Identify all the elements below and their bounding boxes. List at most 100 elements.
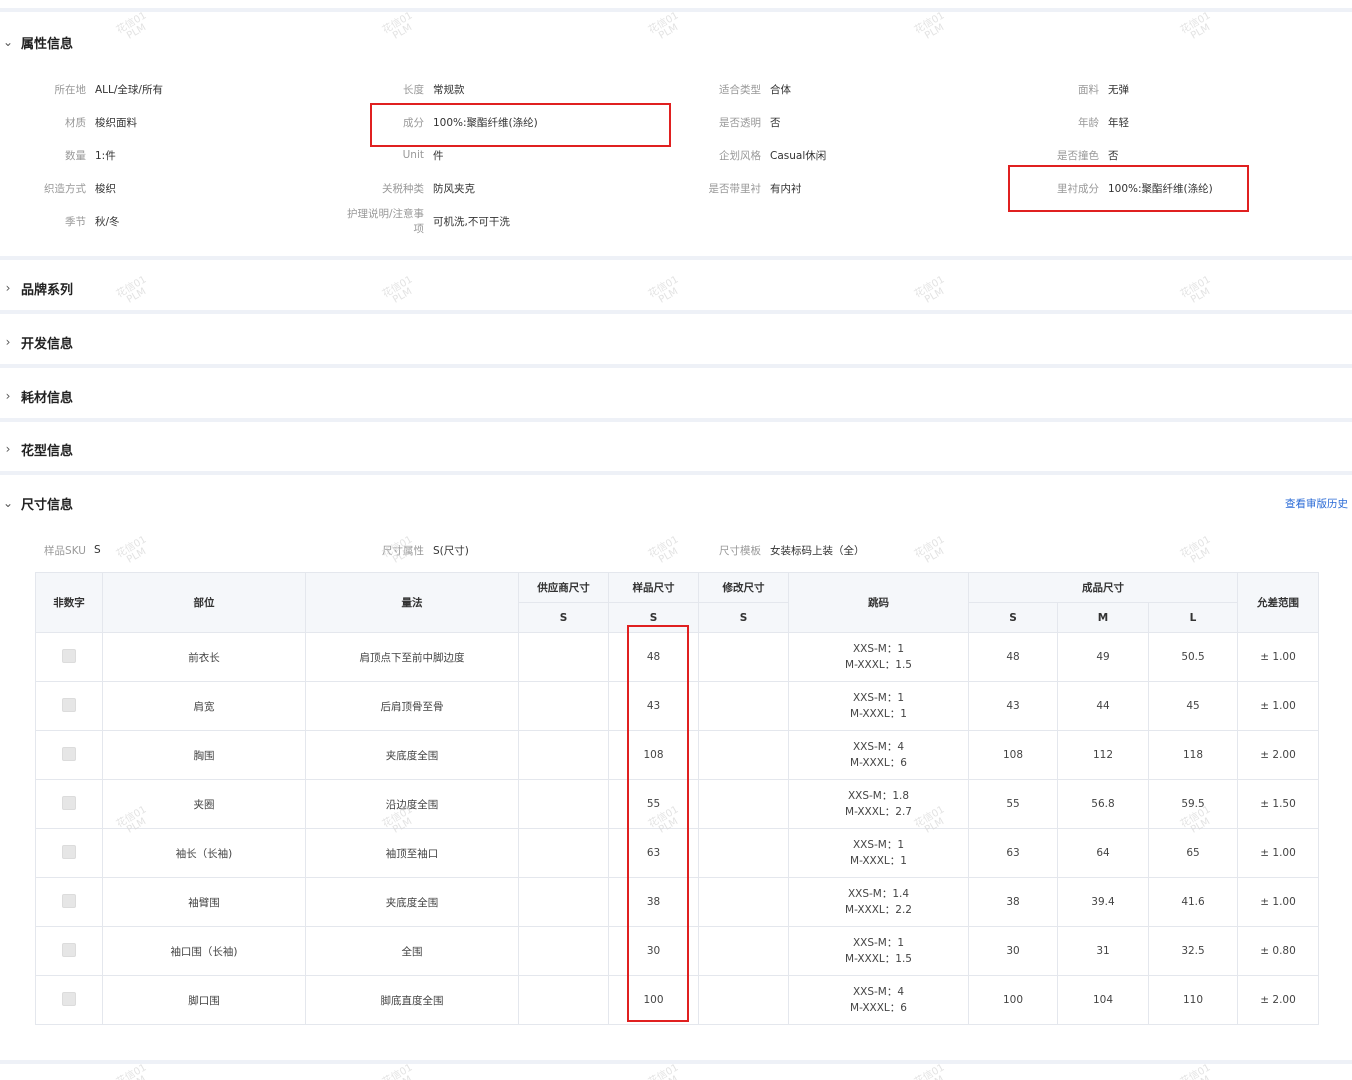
attribute-item: 长度 常规款 <box>338 81 465 97</box>
grading-cell: XXS-M：1 M-XXXL：1.5 <box>788 926 969 976</box>
table-row: 袖口围（长袖) 全围 30 XXS-M：1 M-XXXL：1.5 30 31 32.5 ± 0… <box>35 926 1320 976</box>
attribute-value: 年轻 <box>1108 116 1129 129</box>
attribute-value: 常规款 <box>433 83 465 96</box>
supplier-size-cell <box>518 632 609 682</box>
attribute-label: 年龄 <box>1078 116 1099 129</box>
non-numeric-checkbox[interactable] <box>62 844 76 859</box>
subheader-finished-m: M <box>1057 602 1149 633</box>
subheader-supplier-s: S <box>518 602 609 633</box>
attribute-value: ALL/全球/所有 <box>95 83 163 96</box>
modified-size-cell <box>698 632 789 682</box>
finished-m-cell: 49 <box>1057 632 1149 682</box>
non-numeric-checkbox[interactable] <box>62 893 76 908</box>
chevron-down-icon: ⌄ <box>2 496 14 510</box>
grading-text: XXS-M：1 M-XXXL：1 <box>850 692 907 720</box>
attribute-value: 合体 <box>770 83 791 96</box>
grading-text: XXS-M：4 M-XXXL：6 <box>850 986 907 1014</box>
method-cell: 夹底度全围 <box>305 730 519 780</box>
grading-text: XXS-M：1 M-XXXL：1 <box>850 839 907 867</box>
part-cell: 袖臂围 <box>102 877 306 927</box>
section-size-header[interactable]: ⌄ 尺寸信息 <box>0 493 1352 513</box>
method-cell: 脚底直度全围 <box>305 975 519 1025</box>
section-attributes-header[interactable]: ⌄ 属性信息 <box>0 32 1352 52</box>
non-numeric-cell <box>35 877 103 927</box>
attribute-value: Casual休闲 <box>770 149 827 162</box>
non-numeric-cell <box>35 828 103 878</box>
section-title: 品牌系列 <box>21 282 74 298</box>
non-numeric-checkbox[interactable] <box>62 991 76 1006</box>
view-review-history-link[interactable]: 查看审版历史 <box>1285 496 1348 511</box>
table-row: 脚口围 脚底直度全围 100 XXS-M：4 M-XXXL：6 100 104 110 ± 2… <box>35 975 1320 1025</box>
section-divider <box>0 1060 1352 1064</box>
section-title: 耗材信息 <box>21 390 74 406</box>
section-title: 花型信息 <box>21 443 74 459</box>
grading-cell: XXS-M：1.4 M-XXXL：2.2 <box>788 877 969 927</box>
supplier-size-cell <box>518 681 609 731</box>
attribute-value: 100%:聚酯纤维(涤纶) <box>433 116 538 129</box>
non-numeric-cell <box>35 779 103 829</box>
grading-cell: XXS-M：4 M-XXXL：6 <box>788 730 969 780</box>
method-cell: 沿边度全围 <box>305 779 519 829</box>
grading-text: XXS-M：1 M-XXXL：1.5 <box>845 937 912 965</box>
chevron-right-icon: › <box>5 389 11 403</box>
part-cell: 前衣长 <box>102 632 306 682</box>
attribute-label: 企划风格 <box>719 149 761 162</box>
attribute-label: Unit <box>402 149 424 161</box>
finished-s-cell: 55 <box>968 779 1058 829</box>
sample-size-cell: 55 <box>608 779 699 829</box>
attribute-value: 梭织 <box>95 182 116 195</box>
section-brand-series-header[interactable]: › 品牌系列 <box>0 278 1352 298</box>
attribute-item: 企划风格 Casual休闲 <box>676 147 826 163</box>
section-pattern-header[interactable]: › 花型信息 <box>0 439 1352 459</box>
non-numeric-checkbox[interactable] <box>62 648 76 663</box>
non-numeric-cell <box>35 681 103 731</box>
section-development-header[interactable]: › 开发信息 <box>0 332 1352 352</box>
meta-value: S <box>94 544 101 556</box>
finished-l-cell: 118 <box>1147 730 1239 780</box>
tolerance-cell: ± 0.80 <box>1237 926 1320 976</box>
section-consumables-header[interactable]: › 耗材信息 <box>0 386 1352 406</box>
non-numeric-checkbox[interactable] <box>62 697 76 712</box>
tolerance-cell: ± 1.00 <box>1237 877 1320 927</box>
method-cell: 袖顶至袖口 <box>305 828 519 878</box>
method-cell: 后肩顶骨至骨 <box>305 681 519 731</box>
tolerance-cell: ± 1.00 <box>1237 681 1320 731</box>
non-numeric-checkbox[interactable] <box>62 746 76 761</box>
subheader-modified-s: S <box>698 602 789 633</box>
attribute-item: 面料 无弹 <box>1014 81 1129 97</box>
finished-s-cell: 43 <box>968 681 1058 731</box>
finished-s-cell: 30 <box>968 926 1058 976</box>
attribute-item: 是否透明否 <box>676 114 781 130</box>
tolerance-cell: ± 1.00 <box>1237 828 1320 878</box>
finished-l-cell: 110 <box>1147 975 1239 1025</box>
non-numeric-checkbox[interactable] <box>62 795 76 810</box>
finished-l-cell: 65 <box>1147 828 1239 878</box>
meta-label: 尺寸属性 <box>382 544 424 557</box>
section-title: 尺寸信息 <box>21 497 74 513</box>
finished-s-cell: 48 <box>968 632 1058 682</box>
attribute-item: 年龄 年轻 <box>1014 114 1129 130</box>
finished-m-cell: 112 <box>1057 730 1149 780</box>
attribute-value: 梭织面料 <box>95 116 137 129</box>
non-numeric-checkbox[interactable] <box>62 942 76 957</box>
finished-l-cell: 50.5 <box>1147 632 1239 682</box>
sample-size-cell: 48 <box>608 632 699 682</box>
method-cell: 夹底度全围 <box>305 877 519 927</box>
grading-cell: XXS-M：1.8 M-XXXL：2.7 <box>788 779 969 829</box>
attribute-item: 是否撞色否 <box>1014 147 1119 163</box>
attribute-item: Unit 件 <box>338 147 444 163</box>
chevron-down-icon: ⌄ <box>2 35 14 49</box>
meta-label: 样品SKU <box>44 544 86 557</box>
modified-size-cell <box>698 681 789 731</box>
attribute-item: 是否带里衬 有内衬 <box>676 180 802 196</box>
attribute-label: 里衬成分 <box>1057 182 1099 195</box>
attribute-value: 有内衬 <box>770 182 802 195</box>
sample-size-cell: 38 <box>608 877 699 927</box>
finished-l-cell: 41.6 <box>1147 877 1239 927</box>
attribute-value: 件 <box>433 149 444 162</box>
non-numeric-cell <box>35 975 103 1025</box>
section-title: 开发信息 <box>21 336 74 352</box>
table-row: 胸围 夹底度全围 108 XXS-M：4 M-XXXL：6 108 112 118 ± 2.0… <box>35 730 1320 780</box>
part-cell: 夹圈 <box>102 779 306 829</box>
attribute-label: 季节 <box>65 215 86 228</box>
